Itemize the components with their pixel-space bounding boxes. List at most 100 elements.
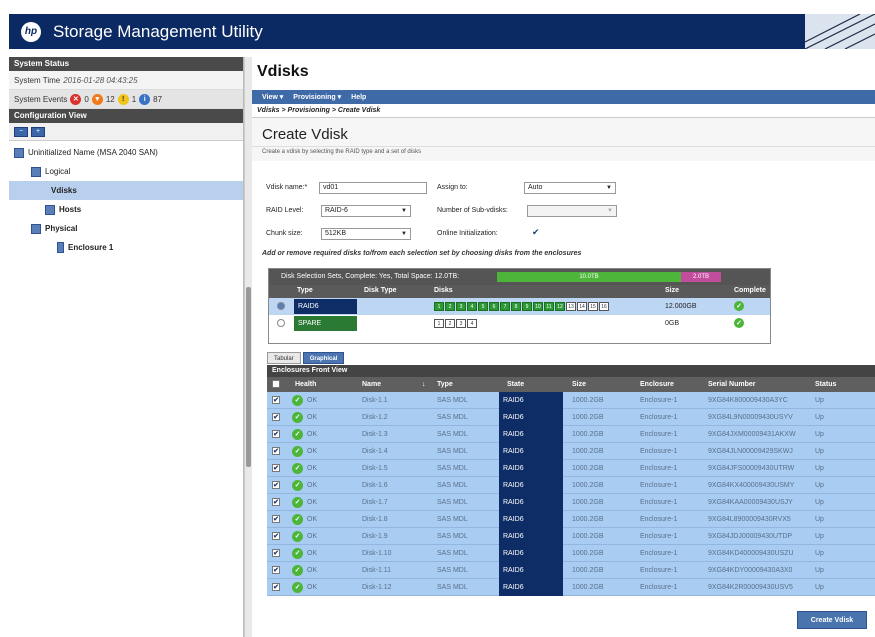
table-row[interactable]: ✔ ✓ OK Disk-1.1 SAS MDL RAID6 1000.2GB Enclosur…	[267, 392, 875, 409]
row-checkbox[interactable]: ✔	[272, 413, 280, 421]
disk-slot[interactable]: 14	[577, 302, 587, 311]
disk-slot[interactable]: 10	[533, 302, 543, 311]
system-time-row: System Time 2016-01-28 04:43:25	[9, 71, 243, 90]
row-checkbox[interactable]: ✔	[272, 498, 280, 506]
row-checkbox[interactable]: ✔	[272, 549, 280, 557]
table-row[interactable]: ✔ ✓ OK Disk-1.4 SAS MDL RAID6 1000.2GB Enclosur…	[267, 443, 875, 460]
row-checkbox[interactable]: ✔	[272, 481, 280, 489]
system-time-label: System Time	[14, 75, 61, 85]
tree-enclosure[interactable]: Enclosure 1	[9, 238, 243, 257]
tree-logical[interactable]: Logical	[9, 162, 243, 181]
row-checkbox[interactable]: ✔	[272, 396, 280, 404]
table-row[interactable]: ✔ ✓ OK Disk-1.8 SAS MDL RAID6 1000.2GB Enclosur…	[267, 511, 875, 528]
menu-view[interactable]: View ▾	[262, 93, 283, 101]
disk-slot[interactable]: 6	[489, 302, 499, 311]
expand-all-icon[interactable]: +	[31, 126, 45, 137]
cell-health: OK	[307, 448, 318, 455]
table-row[interactable]: ✔ ✓ OK Disk-1.9 SAS MDL RAID6 1000.2GB Enclosur…	[267, 528, 875, 545]
cell-size: 1000.2GB	[572, 448, 604, 455]
col-state[interactable]: State	[507, 381, 524, 388]
raid-level-label: RAID Level:	[266, 207, 304, 214]
disk-slot[interactable]: 15	[588, 302, 598, 311]
table-row[interactable]: ✔ ✓ OK Disk-1.11 SAS MDL RAID6 1000.2GB Enclosu…	[267, 562, 875, 579]
col-status[interactable]: Status	[815, 381, 836, 388]
menu-help[interactable]: Help	[351, 94, 366, 101]
disk-slot[interactable]: 9	[522, 302, 532, 311]
disk-slot[interactable]: 7	[500, 302, 510, 311]
vdisk-name-input[interactable]: vd01	[319, 182, 427, 194]
cell-state: RAID6	[499, 528, 563, 545]
tree-vdisks[interactable]: Vdisks	[9, 181, 243, 200]
disk-slot[interactable]: 12	[555, 302, 565, 311]
col-type[interactable]: Type	[437, 381, 453, 388]
selection-row-raid6[interactable]: RAID6 1 2 3 4 5 6 7 8 9 10 11 12 13 14 15 16 12.000GB ✓	[269, 298, 770, 315]
table-row[interactable]: ✔ ✓ OK Disk-1.2 SAS MDL RAID6 1000.2GB Enclosur…	[267, 409, 875, 426]
tree-physical[interactable]: Physical	[9, 219, 243, 238]
select-all-checkbox[interactable]	[272, 380, 280, 388]
disk-slot[interactable]: 16	[599, 302, 609, 311]
row-checkbox[interactable]: ✔	[272, 515, 280, 523]
chevron-down-icon: ▼	[401, 208, 407, 214]
scroll-thumb[interactable]	[246, 287, 251, 467]
online-init-checkbox[interactable]: ✔	[532, 227, 540, 238]
col-name[interactable]: Name	[362, 381, 381, 388]
raid-level-value: RAID-6	[325, 207, 348, 214]
critical-icon[interactable]: ✕	[70, 93, 82, 105]
tab-tabular[interactable]: Tabular	[267, 352, 301, 364]
row-checkbox[interactable]: ✔	[272, 566, 280, 574]
col-serial[interactable]: Serial Number	[708, 381, 755, 388]
chunk-size-label: Chunk size:	[266, 230, 303, 237]
table-row[interactable]: ✔ ✓ OK Disk-1.12 SAS MDL RAID6 1000.2GB Enclosu…	[267, 579, 875, 596]
radio-button[interactable]	[277, 302, 285, 310]
disk-slot[interactable]: 3	[456, 302, 466, 311]
col-enclosure[interactable]: Enclosure	[640, 381, 674, 388]
error-icon[interactable]: ▼	[91, 93, 103, 105]
row-checkbox[interactable]: ✔	[272, 532, 280, 540]
assign-to-select[interactable]: Auto ▼	[524, 182, 616, 194]
left-scrollbar[interactable]	[244, 57, 252, 637]
cell-serial: 9XG84JXM00009431AKXW	[708, 431, 796, 438]
disk-slot[interactable]: 1	[434, 319, 444, 328]
tree-hosts[interactable]: Hosts	[9, 200, 243, 219]
disk-slot[interactable]: 2	[445, 319, 455, 328]
cell-status: Up	[815, 567, 824, 574]
chunk-size-select[interactable]: 512KB ▼	[321, 228, 411, 240]
cell-serial: 9XG84JLN00009429SKWJ	[708, 448, 793, 455]
disk-slot[interactable]: 4	[467, 302, 477, 311]
disk-slot[interactable]: 13	[566, 302, 576, 311]
tab-graphical[interactable]: Graphical	[302, 352, 345, 364]
row-checkbox[interactable]: ✔	[272, 583, 280, 591]
warning-icon[interactable]: !	[117, 93, 129, 105]
collapse-all-icon[interactable]: −	[14, 126, 28, 137]
cell-name: Disk-1.4	[362, 448, 388, 455]
disk-slot[interactable]: 8	[511, 302, 521, 311]
row-checkbox[interactable]: ✔	[272, 464, 280, 472]
table-row[interactable]: ✔ ✓ OK Disk-1.7 SAS MDL RAID6 1000.2GB Enclosur…	[267, 494, 875, 511]
table-row[interactable]: ✔ ✓ OK Disk-1.5 SAS MDL RAID6 1000.2GB Enclosur…	[267, 460, 875, 477]
sub-vdisks-select[interactable]: ▼	[527, 205, 617, 217]
raid-level-select[interactable]: RAID-6 ▼	[321, 205, 411, 217]
selection-row-spare[interactable]: SPARE 1234 0GB ✓	[269, 315, 770, 332]
disk-slot[interactable]: 2	[445, 302, 455, 311]
info-icon[interactable]: i	[139, 93, 151, 105]
table-row[interactable]: ✔ ✓ OK Disk-1.3 SAS MDL RAID6 1000.2GB Enclosur…	[267, 426, 875, 443]
radio-button[interactable]	[277, 319, 285, 327]
disk-boxes: 1 2 3 4 5 6 7 8 9 10 11 12 13 14 15 16	[434, 302, 609, 311]
cell-serial: 9XG84KX400009430USMY	[708, 482, 795, 489]
row-checkbox[interactable]: ✔	[272, 447, 280, 455]
disk-slot[interactable]: 1	[434, 302, 444, 311]
disk-slot[interactable]: 5	[478, 302, 488, 311]
col-size[interactable]: Size	[572, 381, 586, 388]
col-health[interactable]: Health	[295, 381, 316, 388]
cell-name: Disk-1.8	[362, 516, 388, 523]
create-vdisk-button[interactable]: Create Vdisk	[797, 611, 867, 629]
disk-slot[interactable]: 4	[467, 319, 477, 328]
table-row[interactable]: ✔ ✓ OK Disk-1.10 SAS MDL RAID6 1000.2GB Enclosu…	[267, 545, 875, 562]
disk-slot[interactable]: 11	[544, 302, 554, 311]
row-checkbox[interactable]: ✔	[272, 430, 280, 438]
disk-slot[interactable]: 3	[456, 319, 466, 328]
parity-space-bar: 2.0TB	[681, 272, 721, 282]
menu-provisioning[interactable]: Provisioning ▾	[293, 93, 341, 101]
table-row[interactable]: ✔ ✓ OK Disk-1.6 SAS MDL RAID6 1000.2GB Enclosur…	[267, 477, 875, 494]
tree-root[interactable]: Uninitialized Name (MSA 2040 SAN)	[9, 143, 243, 162]
